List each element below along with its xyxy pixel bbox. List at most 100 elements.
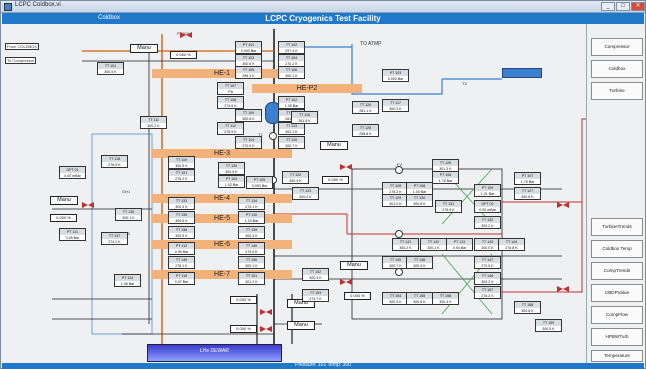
control-valve-icon[interactable] <box>340 164 352 171</box>
page-title: LCPC Cryogenics Test Facility <box>265 14 381 23</box>
sensor-readout: TT 116 281.5 K <box>291 111 318 124</box>
sensor-value: 300.1 K <box>122 216 135 220</box>
sensor-value: 0.94 Bar <box>452 246 467 250</box>
sensor-readout: TT 145 300.7 K <box>382 256 409 269</box>
control-valve-icon[interactable] <box>82 202 94 209</box>
control-valve-icon[interactable] <box>557 202 569 209</box>
sensor-readout: TT 150 300.1 K <box>238 256 265 269</box>
sensor-value: 270.0 K <box>242 144 255 148</box>
sensor-readout: TT 137 274.2 K <box>101 232 128 245</box>
sensor-readout: PT 114 1.06 Bar <box>114 274 141 287</box>
valve-percent-1: 0.000 % <box>170 51 197 59</box>
sensor-readout: TT 152 300.3 K <box>302 268 329 281</box>
sensor-value: 278.1 K <box>175 264 188 268</box>
sensor-readout: TT 142 300.1 K <box>420 238 447 251</box>
nav-button-cbdp-value[interactable]: CBDPValue <box>591 284 643 302</box>
manual-indicator-2[interactable]: Manu <box>320 141 348 150</box>
sensor-readout: TT 108 274.6 K <box>217 96 244 109</box>
sensor-value: 298.8 K <box>359 132 372 136</box>
sensor-readout: TT 159 300.5 K <box>535 319 562 332</box>
nav-button-turbine-trends[interactable]: TurbineTrends <box>591 218 643 236</box>
control-valve-icon[interactable] <box>260 326 272 333</box>
sensor-value: 301.2 K <box>245 280 258 284</box>
sensor-value: 276.5 K <box>108 163 121 167</box>
sensor-value: Pa <box>228 90 233 94</box>
manual-indicator-1[interactable]: Manu <box>130 44 158 53</box>
sensor-value: 300.6 K <box>175 219 188 223</box>
nav-button-comp-flow[interactable]: CompFlow <box>591 306 643 324</box>
sensor-readout: TT 106 300.1 K <box>278 66 305 79</box>
sensor-readout: PT 109 1.01 Bar <box>474 184 501 197</box>
sensor-readout: PT 101 0.000 Bar <box>235 41 262 54</box>
sensor-readout: TT 138 300.5 K <box>168 226 195 239</box>
sensor-readout: TT 122 300.4 K <box>282 171 309 184</box>
sensor-value: 1.06 Bar <box>120 282 135 286</box>
window-title: LCPC Coldbox.vi <box>15 2 61 8</box>
gh1-label: GH1 <box>122 189 131 194</box>
sensor-value: 300.9 K <box>413 264 426 268</box>
maximize-button[interactable]: □ <box>616 2 630 11</box>
control-valve-icon[interactable] <box>340 279 352 286</box>
sensor-readout: DPT 02 0.00 mBar <box>474 200 501 213</box>
sensor-readout: PT 105 0.000 Bar <box>246 176 273 189</box>
check-valve-icon <box>395 230 403 238</box>
nav-button-turbine[interactable]: Turbine <box>591 82 643 100</box>
sensor-value: 273.5 K <box>481 264 494 268</box>
nav-button-comp-trends[interactable]: CompTrends <box>591 262 643 280</box>
outlet-tank <box>502 68 542 78</box>
minimize-button[interactable]: _ <box>601 2 615 11</box>
sensor-value: 300.1 K <box>427 246 440 250</box>
sensor-readout: TT 156 300.4 K <box>432 292 459 305</box>
control-valve-icon[interactable] <box>557 286 569 293</box>
sensor-value: 300.3 K <box>309 276 322 280</box>
sensor-readout: TT 101 300.5 K <box>97 62 124 75</box>
check-valve-icon <box>395 268 403 276</box>
heat-exchanger-1: HE-1 <box>152 69 292 78</box>
sensor-readout: TT 119 300.9 K <box>168 156 195 169</box>
sensor-value: 276.2 K <box>175 177 188 181</box>
sensor-readout: TT 149 278.1 K <box>168 256 195 269</box>
close-button[interactable]: ✕ <box>631 2 645 11</box>
sensor-value: 276.9 K <box>442 208 455 212</box>
sensor-readout: TT 132 300.2 K <box>474 216 501 229</box>
sensor-readout: TT 114 270.0 K <box>235 136 262 149</box>
sensor-value: 276.9 K <box>224 130 237 134</box>
nav-button-coldbox-temp[interactable]: Coldbox Temp <box>591 240 643 258</box>
sensor-value: 300.3 K <box>245 234 258 238</box>
sensor-readout: TT 124 281.1 K <box>352 101 379 114</box>
nav-button-temperature[interactable]: Temperature <box>591 350 643 362</box>
manual-indicator-3[interactable]: Manu <box>50 196 78 205</box>
sensor-readout: TT 118 276.5 K <box>101 155 128 168</box>
manual-indicator-6[interactable]: Manu <box>287 321 315 330</box>
sensor-readout: TT 111 300.2 K <box>140 116 167 129</box>
sensor-readout: PT 107 1.75 Bar <box>514 172 541 185</box>
control-valve-icon[interactable] <box>260 309 272 316</box>
sensor-readout: TT 136 300.1 K <box>115 208 142 221</box>
sensor-value: 300.6 K <box>521 195 534 199</box>
sensor-readout: TT 107 Pa <box>217 82 244 95</box>
lhe-dewar: LHe DEWAR <box>147 344 282 362</box>
sensor-value: 300.7 K <box>285 144 298 148</box>
sensor-readout: TT 102 297.4 K <box>278 41 305 54</box>
sensor-value: 274.1 K <box>245 205 258 209</box>
sensor-readout: TT 115 300.7 K <box>278 136 305 149</box>
nav-button-coldbox[interactable]: Coldbox <box>591 60 643 78</box>
nav-button-hpbw-turb[interactable]: HPBWTurb <box>591 328 643 346</box>
sensor-readout: TT 148 300.2 K <box>474 272 501 285</box>
sensor-readout: PT 102 1.05 Bar <box>278 96 305 109</box>
sensor-value: 1.75 Bar <box>520 180 535 184</box>
sensor-value: 274.0 K <box>245 250 258 254</box>
sensor-value: 296.3 K <box>242 74 255 78</box>
sensor-readout: TT 129 301.0 K <box>382 194 409 207</box>
sensor-readout: TT 144 276.8 K <box>498 238 525 251</box>
sensor-value: 300.2 K <box>481 224 494 228</box>
sensor-readout: TT 117 300.3 K <box>382 99 409 112</box>
manual-indicator-4[interactable]: Manu <box>340 261 368 270</box>
sensor-readout: PT 104 1.02 Bar <box>218 175 245 188</box>
nav-button-compressor[interactable]: Compressor <box>591 38 643 56</box>
control-valve-icon[interactable] <box>180 32 192 39</box>
sensor-readout: TT 147 273.5 K <box>474 256 501 269</box>
sensor-value: 281.1 K <box>359 109 372 113</box>
sensor-readout: TT 133 300.4 K <box>168 197 195 210</box>
sensor-value: 300.3 K <box>389 107 402 111</box>
